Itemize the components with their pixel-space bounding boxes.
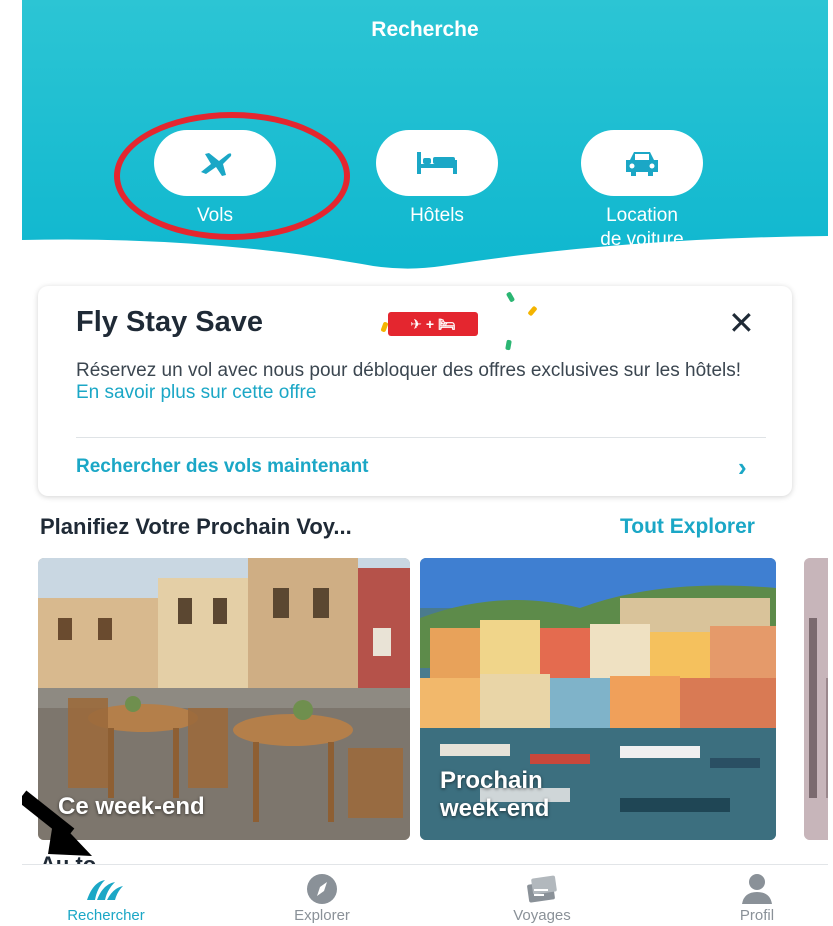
tab-trips-label: Voyages: [513, 907, 571, 924]
learn-more-link[interactable]: En savoir plus sur cette offre: [76, 382, 316, 403]
next-weekend-label-line1: Prochain: [440, 767, 543, 794]
divider: [76, 437, 766, 438]
confetti-icon: [527, 305, 538, 317]
chevron-right-icon[interactable]: ›: [738, 452, 747, 483]
promo-title: Fly Stay Save: [76, 306, 263, 338]
close-icon[interactable]: ✕: [728, 304, 755, 342]
search-header: Recherche Vols Hôtels Location de voitur…: [22, 0, 828, 275]
next-weekend-label-line2: week-end: [440, 795, 550, 822]
tab-search-label: Rechercher: [67, 907, 145, 924]
category-hotels-button[interactable]: Hôtels: [342, 130, 532, 228]
third-card-peek[interactable]: [804, 558, 828, 840]
explore-all-link[interactable]: Tout Explorer: [620, 515, 755, 539]
app-screen: Recherche Vols Hôtels Location de voitur…: [22, 0, 828, 926]
search-wave-icon: [36, 871, 176, 907]
category-car-label-line2: de voiture: [600, 229, 684, 250]
bed-icon: [376, 130, 498, 196]
section-title: Planifiez Votre Prochain Voy...: [40, 514, 352, 539]
promo-card: Fly Stay Save ✈ + 🛏 ✕ Réservez un vol av…: [38, 286, 792, 496]
category-hotels-label: Hôtels: [410, 205, 464, 226]
tab-profile[interactable]: Profil: [687, 871, 827, 924]
third-card-image: [804, 558, 828, 840]
tab-explore-label: Explorer: [294, 907, 350, 924]
promo-description: Réservez un vol avec nous pour débloquer…: [76, 360, 766, 404]
category-car-rental-button[interactable]: Location de voiture: [547, 130, 737, 252]
page-title: Recherche: [371, 18, 479, 41]
tab-search[interactable]: Rechercher: [36, 871, 176, 924]
category-car-label: Location: [606, 205, 678, 226]
highlight-ring: [114, 112, 350, 240]
tab-explore[interactable]: Explorer: [252, 871, 392, 924]
promo-body-text: Réservez un vol avec nous pour débloquer…: [76, 360, 742, 381]
user-icon: [687, 871, 827, 907]
next-weekend-card[interactable]: Prochain week-end: [420, 558, 776, 840]
tab-trips[interactable]: Voyages: [472, 871, 612, 924]
car-icon: [581, 130, 703, 196]
annotation-arrow-icon: [22, 790, 92, 856]
fly-stay-badge: ✈ + 🛏: [388, 312, 478, 336]
bottom-tab-bar: Rechercher Explorer Voyages Profil: [22, 864, 828, 926]
search-flights-now-link[interactable]: Rechercher des vols maintenant: [76, 456, 369, 478]
compass-icon: [252, 871, 392, 907]
tab-profile-label: Profil: [739, 907, 775, 924]
confetti-icon: [505, 291, 516, 303]
confetti-icon: [505, 339, 512, 351]
tickets-icon: [472, 871, 612, 907]
